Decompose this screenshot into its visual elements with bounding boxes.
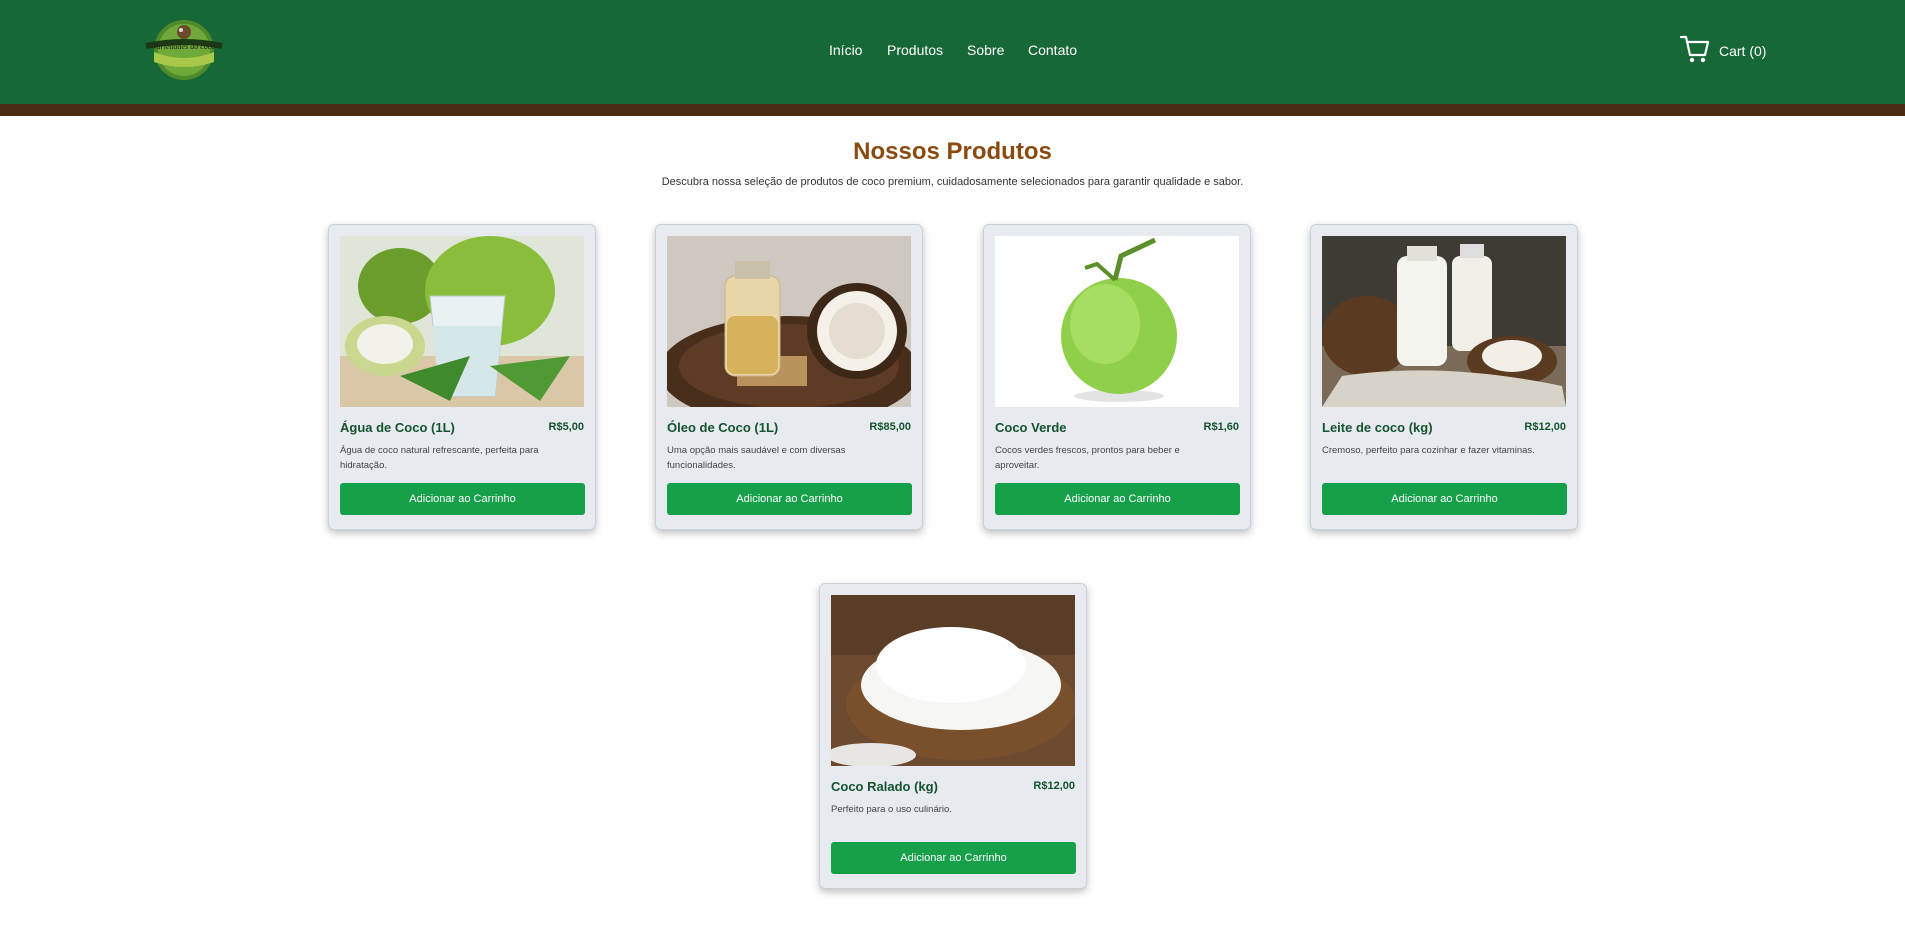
product-price: R$1,60 [1203, 421, 1239, 433]
page-title: Nossos Produtos [853, 138, 1052, 165]
cart-label: Cart (0) [1719, 43, 1767, 59]
product-price: R$85,00 [869, 421, 911, 433]
product-description: Água de coco natural refrescante, perfei… [340, 445, 539, 471]
product-name: Coco Ralado (kg) [831, 779, 938, 794]
product-description: Uma opção mais saudável e com diversas f… [667, 445, 846, 471]
product-name: Coco Verde [995, 420, 1067, 435]
page-subtitle: Descubra nossa seleção de produtos de co… [661, 176, 1244, 188]
add-to-cart-button[interactable]: Adicionar ao Carrinho [1322, 483, 1567, 515]
product-description: Cremoso, perfeito para cozinhar e fazer … [1322, 445, 1535, 456]
product-card: Leite de coco (kg) R$12,00 Cremoso, perf… [1310, 224, 1578, 530]
add-to-cart-button[interactable]: Adicionar ao Carrinho [667, 483, 912, 515]
product-image-coconut-oil [667, 236, 911, 407]
product-name: Água de Coco (1L) [340, 420, 455, 435]
product-image-green-coconut [995, 236, 1239, 407]
product-card: Coco Ralado (kg) R$12,00 Perfeito para o… [819, 583, 1087, 889]
product-name: Óleo de Coco (1L) [667, 420, 779, 435]
add-to-cart-button[interactable]: Adicionar ao Carrinho [831, 842, 1076, 874]
product-card: Coco Verde R$1,60 Cocos verdes frescos, … [983, 224, 1251, 530]
product-card: Água de Coco (1L) R$5,00 Água de coco na… [328, 224, 596, 530]
product-card: Óleo de Coco (1L) R$85,00 Uma opção mais… [655, 224, 923, 530]
product-image-coconut-milk [1322, 236, 1566, 407]
product-price: R$5,00 [548, 421, 584, 433]
nav-contato[interactable]: Contato [1028, 42, 1077, 58]
cart-icon [1679, 33, 1711, 70]
product-description: Cocos verdes frescos, prontos para beber… [995, 445, 1180, 471]
product-description: Perfeito para o uso culinário. [831, 804, 952, 815]
nav-produtos[interactable]: Produtos [887, 42, 943, 58]
add-to-cart-button[interactable]: Adicionar ao Carrinho [340, 483, 585, 515]
product-image-coconut-water [340, 236, 584, 407]
product-name: Leite de coco (kg) [1322, 420, 1433, 435]
site-header: Variedades do coco Início Produtos Sobre… [0, 0, 1905, 104]
product-price: R$12,00 [1524, 421, 1566, 433]
cart-button[interactable]: Cart (0) [1679, 33, 1766, 69]
product-price: R$12,00 [1033, 780, 1075, 792]
nav-inicio[interactable]: Início [829, 42, 862, 58]
nav-sobre[interactable]: Sobre [967, 42, 1004, 58]
product-image-grated-coconut [831, 595, 1075, 766]
header-stripe [0, 104, 1905, 116]
main-nav: Início Produtos Sobre Contato [0, 42, 1905, 62]
add-to-cart-button[interactable]: Adicionar ao Carrinho [995, 483, 1240, 515]
